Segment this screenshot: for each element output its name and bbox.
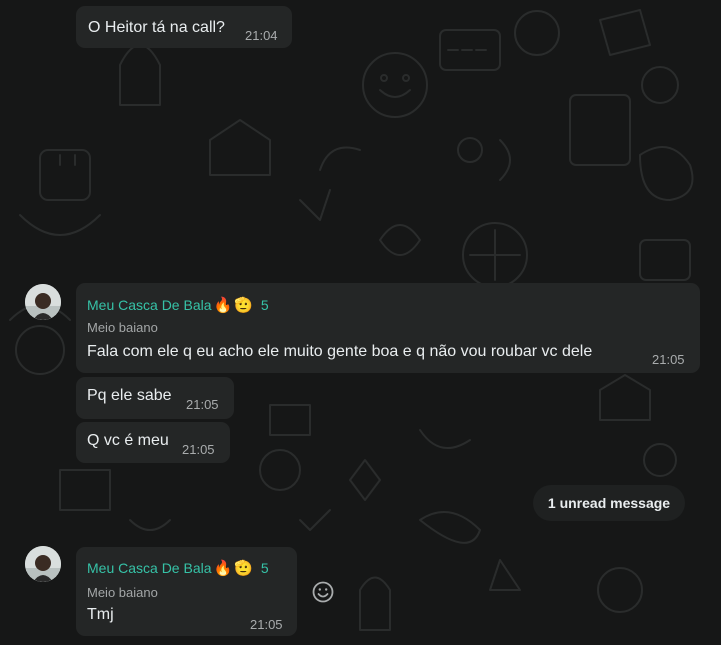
message-time: 21:05 [182,442,215,457]
message-bubble[interactable]: Meu Casca De Bala 🔥 🫡 5 Meio baiano Tmj … [76,547,297,636]
sender-name[interactable]: Meu Casca De Bala 🔥 🫡 5 [87,559,269,577]
sender-badge-count: 5 [260,560,269,576]
sender-subtitle: Meio baiano [87,320,158,335]
message-text: Fala com ele q eu acho ele muito gente b… [87,343,593,360]
message-text: Q vc é meu [87,432,169,449]
message-text: Tmj [87,606,114,623]
saluting-face-emoji-icon: 🫡 [234,297,253,314]
sender-name-text: Meu Casca De Bala [87,560,212,576]
unread-messages-divider: 1 unread message [533,485,685,521]
sender-name[interactable]: Meu Casca De Bala 🔥 🫡 5 [87,296,269,314]
user-avatar-icon [25,284,61,320]
message-time: 21:04 [245,28,278,43]
message-text: Pq ele sabe [87,387,172,404]
saluting-face-emoji-icon: 🫡 [234,560,253,577]
message-bubble[interactable]: O Heitor tá na call? 21:04 [76,6,292,48]
message-time: 21:05 [250,617,283,632]
fire-emoji-icon: 🔥 [213,560,233,577]
sender-name-text: Meu Casca De Bala [87,297,212,313]
message-bubble[interactable]: Meu Casca De Bala 🔥 🫡 5 Meio baiano Fala… [76,283,700,373]
sender-avatar[interactable] [25,546,61,582]
unread-label: 1 unread message [547,495,671,511]
message-bubble[interactable]: Pq ele sabe 21:05 [76,377,234,419]
message-text: O Heitor tá na call? [88,19,225,36]
sender-subtitle: Meio baiano [87,585,158,600]
sender-badge-count: 5 [260,297,269,313]
user-avatar-icon [25,546,61,582]
message-bubble[interactable]: Q vc é meu 21:05 [76,422,230,463]
emoji-smile-icon[interactable] [311,580,335,604]
sender-avatar[interactable] [25,284,61,320]
message-time: 21:05 [186,397,219,412]
fire-emoji-icon: 🔥 [213,297,233,314]
message-time: 21:05 [652,352,685,367]
